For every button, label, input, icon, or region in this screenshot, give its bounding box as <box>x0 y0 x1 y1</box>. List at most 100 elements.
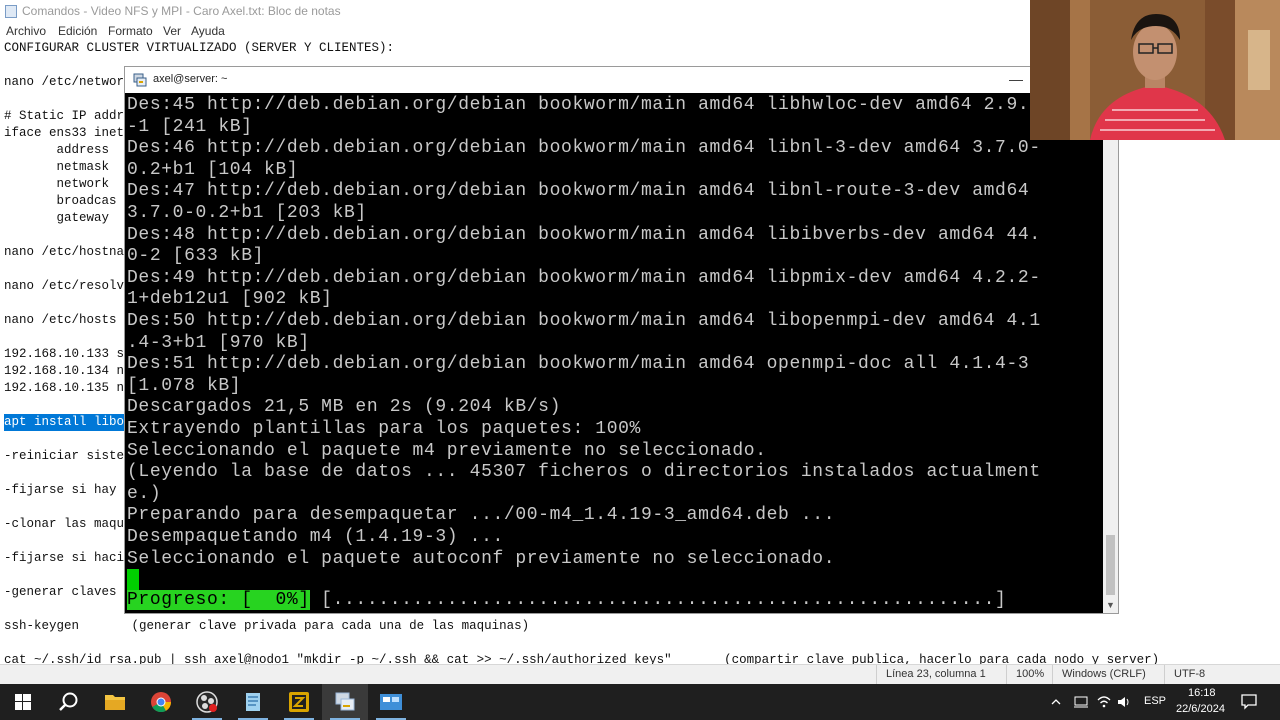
terminal-line: Des:51 http://deb.debian.org/debian book… <box>127 354 1030 375</box>
menu-edicion[interactable]: Edición <box>58 24 97 38</box>
notepad-line: netmask <box>4 160 110 174</box>
clock-date[interactable]: 22/6/2024 <box>1176 703 1225 715</box>
putty-titlebar[interactable]: axel@server: ~ — <box>125 67 1118 93</box>
filezilla-button[interactable] <box>276 684 322 720</box>
notepad-line: -fijarse si haci <box>4 551 125 565</box>
windows-logo-icon <box>15 694 31 710</box>
statusbar-separator <box>1006 665 1007 685</box>
terminal-line: .4-3+b1 [970 kB] <box>127 332 310 353</box>
terminal-cursor <box>127 569 139 590</box>
menu-formato[interactable]: Formato <box>108 24 153 38</box>
terminal-line: Seleccionando el paquete autoconf previa… <box>127 548 836 569</box>
start-button[interactable] <box>0 684 46 720</box>
notepad-line: # Static IP addr <box>4 109 125 123</box>
scrollbar-thumb[interactable] <box>1106 535 1115 595</box>
notepad-line: broadcas <box>4 194 117 208</box>
notepad-line: ssh-keygen (generar clave privada para c… <box>4 619 530 633</box>
windows-taskbar: ESP 16:18 22/6/2024 <box>0 684 1280 720</box>
speaker-icon[interactable] <box>1116 694 1132 710</box>
menu-ayuda[interactable]: Ayuda <box>191 24 225 38</box>
terminal-line: 1+deb12u1 [902 kB] <box>127 289 333 310</box>
language-indicator[interactable]: ESP <box>1144 695 1166 707</box>
terminal-line: [1.078 kB] <box>127 375 242 396</box>
terminal-line: Des:50 http://deb.debian.org/debian book… <box>127 311 1041 331</box>
notepad-line: nano /etc/hostna <box>4 245 125 259</box>
notepad-line: 192.168.10.134 n <box>4 364 125 378</box>
progress-label: Progreso: [ 0%] <box>127 590 310 610</box>
notepad-line: iface ens33 inet <box>4 126 125 140</box>
terminal-scrollbar[interactable]: ▲ ▼ <box>1103 95 1118 613</box>
putty-title: axel@server: ~ <box>153 73 228 85</box>
terminal-line: 0.2+b1 [104 kB] <box>127 159 299 180</box>
minimize-button[interactable]: — <box>1005 69 1027 91</box>
chevron-up-icon[interactable] <box>1050 696 1062 708</box>
notepad-line: 192.168.10.135 n <box>4 381 125 395</box>
statusbar-separator <box>1164 665 1165 685</box>
terminal-line: Seleccionando el paquete m4 previamente … <box>127 440 767 461</box>
notepad-line: CONFIGURAR CLUSTER VIRTUALIZADO (SERVER … <box>4 41 395 55</box>
notepad-title: Comandos - Video NFS y MPI - Caro Axel.t… <box>22 4 341 18</box>
chrome-icon <box>151 692 172 713</box>
obs-icon <box>196 691 218 713</box>
notepad-line: gateway <box>4 211 110 225</box>
virtual-machine-icon <box>380 694 402 710</box>
terminal-line: 3.7.0-0.2+b1 [203 kB] <box>127 203 367 223</box>
terminal-line: Des:47 http://deb.debian.org/debian book… <box>127 181 1030 202</box>
terminal-line: Extrayendo plantillas para los paquetes:… <box>127 419 641 439</box>
filezilla-icon <box>289 692 309 712</box>
status-cursor-position: Línea 23, columna 1 <box>886 668 986 680</box>
status-line-ending: Windows (CRLF) <box>1062 668 1146 680</box>
notepad-line: -fijarse si hay <box>4 483 117 497</box>
terminal-line: Preparando para desempaquetar .../00-m4_… <box>127 505 836 526</box>
terminal-line: Des:46 http://deb.debian.org/debian book… <box>127 138 1041 159</box>
virtual-machine-button[interactable] <box>368 684 414 720</box>
notification-center-icon[interactable] <box>1240 693 1258 711</box>
search-icon <box>59 692 78 711</box>
notepad-line: -clonar las maqu <box>4 517 125 531</box>
terminal-line: Descargados 21,5 MB en 2s (9.204 kB/s) <box>127 397 562 418</box>
menu-ver[interactable]: Ver <box>163 24 181 38</box>
webcam-person-image <box>1030 0 1280 140</box>
notepad-statusbar: Línea 23, columna 1 100% Windows (CRLF) … <box>0 664 1280 685</box>
scroll-down-arrow-icon[interactable]: ▼ <box>1103 598 1118 613</box>
terminal-line: Des:48 http://deb.debian.org/debian book… <box>127 224 1041 245</box>
notepad-line: address <box>4 143 110 157</box>
chrome-button[interactable] <box>138 684 184 720</box>
putty-icon <box>133 73 147 87</box>
notepad-line: nano /etc/hosts <box>4 313 117 327</box>
terminal-line: -1 [241 kB] <box>127 116 253 137</box>
putty-window: axel@server: ~ — Progreso: [ 0%] [......… <box>124 66 1119 614</box>
status-encoding: UTF-8 <box>1174 668 1206 680</box>
notepad-line: network <box>4 177 110 191</box>
menu-archivo[interactable]: Archivo <box>6 24 46 38</box>
folder-icon <box>105 695 125 710</box>
status-zoom: 100% <box>1016 668 1045 680</box>
terminal-line: Des:45 http://deb.debian.org/debian book… <box>127 95 1041 115</box>
notepad-icon <box>246 693 260 711</box>
notepad-line: nano /etc/networ <box>4 75 125 89</box>
terminal-progress-line: Progreso: [ 0%] [.......................… <box>127 590 1006 611</box>
statusbar-separator <box>876 665 877 685</box>
notepad-line: 192.168.10.133 s <box>4 347 125 361</box>
clock-time[interactable]: 16:18 <box>1188 687 1216 699</box>
webcam-overlay <box>1030 0 1280 140</box>
putty-taskbar-button[interactable] <box>322 684 368 720</box>
notepad-line: -generar claves <box>4 585 117 599</box>
laptop-battery-icon[interactable] <box>1074 694 1088 710</box>
wifi-icon[interactable] <box>1096 694 1112 710</box>
file-explorer-button[interactable] <box>92 684 138 720</box>
recording-indicator-icon <box>209 704 217 712</box>
notepad-icon <box>5 5 17 18</box>
terminal-line: e.) <box>127 483 162 504</box>
terminal-output[interactable]: Progreso: [ 0%] [.......................… <box>127 95 1103 613</box>
obs-studio-button[interactable] <box>184 684 230 720</box>
search-button[interactable] <box>46 684 92 720</box>
terminal-line: Des:49 http://deb.debian.org/debian book… <box>127 267 1041 288</box>
progress-bar: [.......................................… <box>309 590 1007 610</box>
statusbar-separator <box>1052 665 1053 685</box>
notepad-line: nano /etc/resolv <box>4 279 125 293</box>
terminal-line: Desempaquetando m4 (1.4.19-3) ... <box>127 527 504 547</box>
notepad-line: -reiniciar siste <box>4 449 125 463</box>
notepad-line: apt install libo <box>4 414 125 431</box>
notepad-taskbar-button[interactable] <box>230 684 276 720</box>
